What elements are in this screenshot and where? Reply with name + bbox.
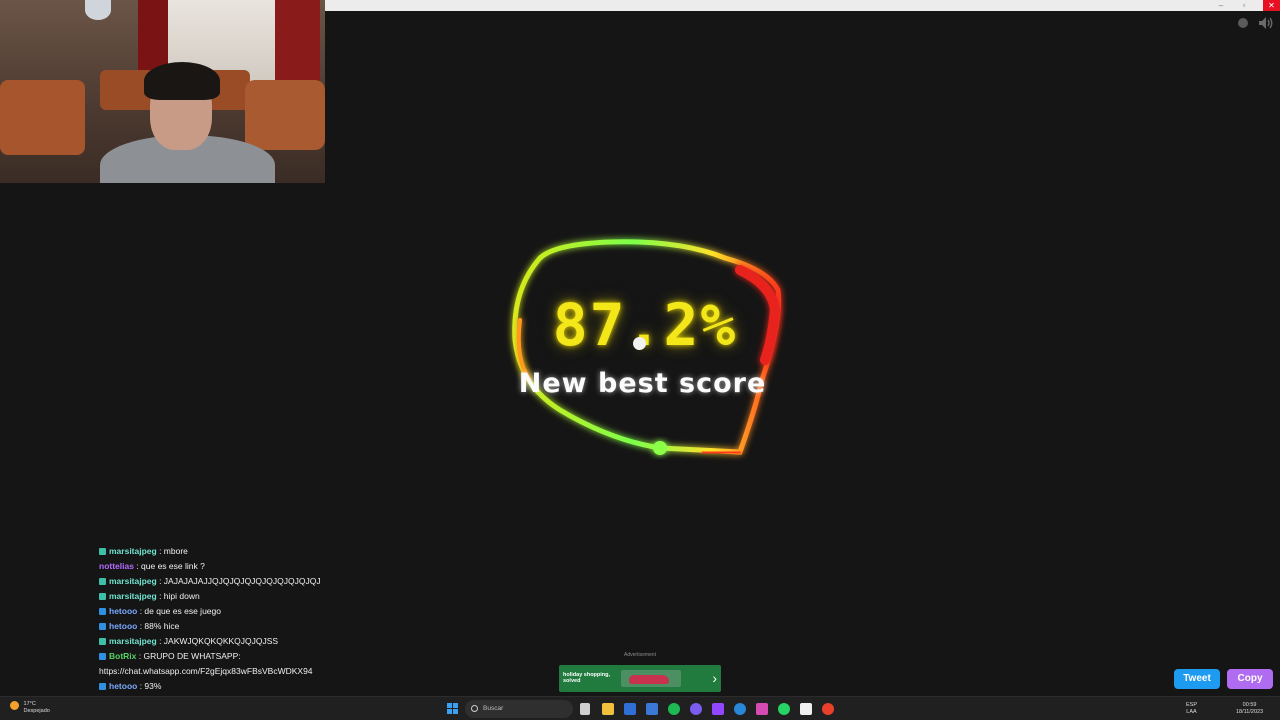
center-dot <box>633 337 646 350</box>
mail-icon[interactable] <box>646 703 658 715</box>
edge-icon[interactable] <box>734 703 746 715</box>
chat-badge-icon <box>99 683 106 691</box>
language-code: ESP <box>1186 702 1198 708</box>
file-explorer-icon[interactable] <box>602 703 614 715</box>
copy-button[interactable]: Copy <box>1227 669 1273 689</box>
maximize-button[interactable]: ▫ <box>1237 0 1251 11</box>
ad-arrow-icon[interactable]: › <box>712 670 717 686</box>
chat-username[interactable]: marsitajpeg <box>109 546 157 556</box>
chat-badge-icon <box>99 623 106 631</box>
spotify-icon[interactable] <box>668 703 680 715</box>
language-indicator[interactable]: ESP LAA <box>1186 702 1197 716</box>
window-title-bar <box>325 0 1280 11</box>
chat-text: : que es ese link ? <box>133 561 205 571</box>
close-button[interactable]: ✕ <box>1263 0 1280 11</box>
keyboard-layout: LAA <box>1186 709 1197 715</box>
tweet-button[interactable]: Tweet <box>1174 669 1220 689</box>
weather-desc: Despejado <box>23 708 50 714</box>
app-icon[interactable] <box>756 703 768 715</box>
sound-icon[interactable] <box>1258 16 1274 30</box>
chat-message: marsitajpeg : hipi down <box>99 589 419 604</box>
chat-text: : GRUPO DE WHATSAPP: <box>136 651 241 661</box>
ad-shoe-image <box>629 675 669 684</box>
chat-username[interactable]: hetooo <box>109 606 137 616</box>
weather-temp: 17°C <box>23 701 36 707</box>
chat-username[interactable]: marsitajpeg <box>109 636 157 646</box>
chat-badge-icon <box>99 548 106 556</box>
chat-message: marsitajpeg : JAJAJAJAJJQJQJQJQJQJQJQJQJ… <box>99 574 419 589</box>
chat-badge-icon <box>99 608 106 616</box>
chat-text: https://chat.whatsapp.com/F2gEjqx83wFBsV… <box>99 666 313 676</box>
webcam-person-hair <box>144 62 220 100</box>
chat-message: hetooo : 93% <box>99 679 419 694</box>
game-screen: – ▫ ✕ 87.2% New best score marsitajpeg:… <box>0 0 1280 720</box>
chat-badge-icon <box>99 593 106 601</box>
webcam-lamp <box>85 0 111 20</box>
search-icon <box>471 705 478 712</box>
webcam-couch-left <box>0 80 85 155</box>
capcut-icon[interactable] <box>800 703 812 715</box>
chat-text: : hipi down <box>156 591 200 601</box>
chat-badge-icon <box>99 638 106 646</box>
ad-text: holiday shopping, solved <box>563 672 611 684</box>
info-icon[interactable] <box>1238 18 1248 28</box>
clock-time: 00:59 <box>1242 702 1257 708</box>
advertisement-banner[interactable]: holiday shopping, solved › <box>559 665 721 692</box>
chat-badge-icon <box>99 578 106 586</box>
chat-text: : 88% hice <box>137 621 180 631</box>
chat-username[interactable]: nottelias <box>99 561 134 571</box>
chat-username[interactable]: hetooo <box>109 621 137 631</box>
whatsapp-icon[interactable] <box>778 703 790 715</box>
chat-message: BotRix : GRUPO DE WHATSAPP: <box>99 649 419 664</box>
taskbar-search-input[interactable]: Buscar <box>465 700 573 718</box>
ad-label: Advertisement <box>624 652 656 658</box>
task-view-icon[interactable] <box>580 703 590 715</box>
chat-message: marsitajpeg : mbore <box>99 544 419 559</box>
circle-end-point <box>653 441 667 455</box>
chat-username[interactable]: marsitajpeg <box>109 591 157 601</box>
weather-widget[interactable]: 17°C Despejado <box>10 701 50 715</box>
chrome-icon[interactable] <box>822 703 834 715</box>
chat-message: hetooo : de que es ese juego <box>99 604 419 619</box>
chat-text: : 93% <box>137 681 162 691</box>
chat-overlay: marsitajpeg : mbore nottelias : que es es… <box>99 544 419 720</box>
best-score-label: New best score <box>518 368 767 399</box>
chat-message: https://chat.whatsapp.com/F2gEjqx83wFBsV… <box>99 664 419 679</box>
moon-icon <box>10 701 19 710</box>
webcam-couch-right <box>245 80 325 150</box>
chat-text: : JAJAJAJAJJQJQJQJQJQJQJQJQJQJQJ <box>156 576 321 586</box>
taskbar: 17°C Despejado Buscar ESP LAA 00:59 18/1… <box>0 696 1280 720</box>
chat-username[interactable]: BotRix <box>109 651 136 661</box>
chat-badge-icon <box>99 653 106 661</box>
windows-start-icon[interactable] <box>447 703 459 715</box>
chat-username[interactable]: hetooo <box>109 681 137 691</box>
messenger-icon[interactable] <box>690 703 702 715</box>
clock-date: 18/11/2023 <box>1236 709 1264 715</box>
minimize-button[interactable]: – <box>1214 0 1228 11</box>
circle-end-segment <box>702 449 741 456</box>
chat-text: : JAKWJQKQKQKKQJQJQJSS <box>156 636 279 646</box>
chat-text: : de que es ese juego <box>137 606 221 616</box>
search-placeholder: Buscar <box>483 705 504 712</box>
chat-message: nottelias : que es ese link ? <box>99 559 419 574</box>
score-percentage: 87.2% <box>552 291 738 359</box>
twitch-icon[interactable] <box>712 703 724 715</box>
store-icon[interactable] <box>624 703 636 715</box>
chat-text: : mbore <box>156 546 188 556</box>
chat-username[interactable]: marsitajpeg <box>109 576 157 586</box>
chat-message: marsitajpeg : JAKWJQKQKQKKQJQJQJSS <box>99 634 419 649</box>
chat-message: hetooo : 88% hice <box>99 619 419 634</box>
webcam-overlay <box>0 0 325 183</box>
clock[interactable]: 00:59 18/11/2023 <box>1236 702 1263 716</box>
